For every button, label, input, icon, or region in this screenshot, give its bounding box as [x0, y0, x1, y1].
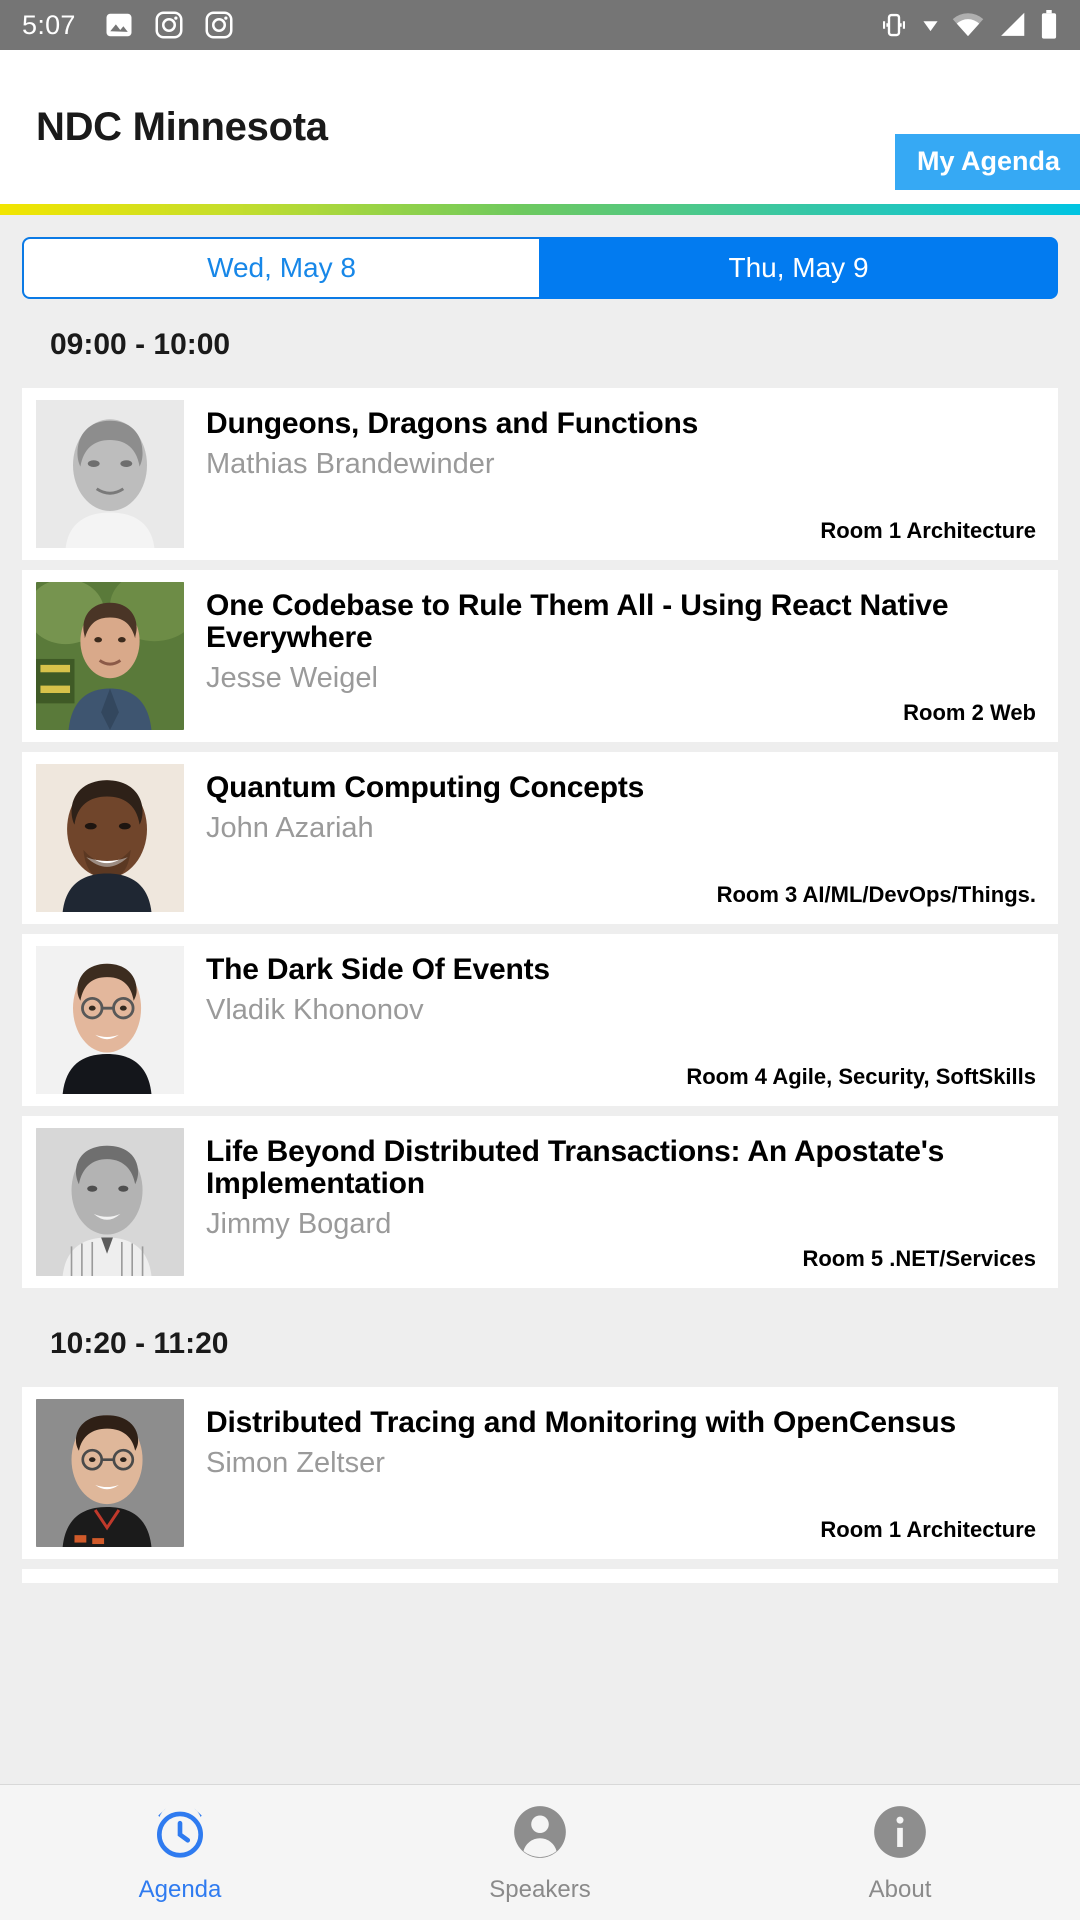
bottom-navigation: Agenda Speakers About: [0, 1784, 1080, 1920]
session-speaker: Simon Zeltser: [206, 1446, 385, 1479]
nav-label-about: About: [868, 1876, 932, 1903]
app-bar: NDC Minnesota My Agenda: [0, 50, 1080, 204]
my-agenda-button[interactable]: My Agenda: [894, 134, 1080, 190]
app-screen: 5:07 NDC Minnesota My Agenda Wed, May 8 …: [0, 0, 1080, 1920]
info-icon: [869, 1801, 931, 1868]
session-details: Distributed Tracing and Monitoring with …: [184, 1399, 1058, 1547]
session-title: The Dark Side Of Events: [206, 953, 550, 986]
session-details: Quantum Computing Concepts John Azariah …: [184, 764, 1058, 912]
day-tabs-container: Wed, May 8 Thu, May 9: [0, 215, 1080, 299]
nav-item-agenda[interactable]: Agenda: [0, 1801, 360, 1904]
session-room: Room 1 Architecture: [820, 518, 1036, 543]
session-speaker: Jimmy Bogard: [206, 1207, 392, 1240]
session-room: Room 5 .NET/Services: [802, 1246, 1036, 1271]
cellular-signal-icon: [997, 11, 1027, 39]
session-card[interactable]: Distributed Tracing and Monitoring with …: [22, 1387, 1058, 1559]
session-speaker: Vladik Khononov: [206, 993, 424, 1026]
session-room: Room 1 Architecture: [820, 1517, 1036, 1542]
session-title: Quantum Computing Concepts: [206, 771, 645, 804]
day-tabs: Wed, May 8 Thu, May 9: [22, 237, 1058, 299]
nav-label-speakers: Speakers: [489, 1876, 591, 1903]
time-slot-header: 09:00 - 10:00: [0, 299, 1080, 388]
nav-label-agenda: Agenda: [138, 1876, 222, 1903]
session-room: Room 4 Agile, Security, SoftSkills: [686, 1064, 1036, 1089]
wifi-icon: [952, 11, 984, 39]
day-tab-thu[interactable]: Thu, May 9: [539, 237, 1058, 299]
speaker-avatar: [36, 582, 184, 730]
day-tab-wed[interactable]: Wed, May 8: [22, 237, 539, 299]
session-details: Life Beyond Distributed Transactions: An…: [184, 1128, 1058, 1276]
status-system-icons: [879, 10, 1058, 40]
session-title: Dungeons, Dragons and Functions: [206, 407, 699, 440]
session-speaker: Mathias Brandewinder: [206, 447, 495, 480]
session-details: Dungeons, Dragons and Functions Mathias …: [184, 400, 1058, 548]
speaker-avatar: [36, 1128, 184, 1276]
session-details: The Dark Side Of Events Vladik Khononov …: [184, 946, 1058, 1094]
session-card[interactable]: Quantum Computing Concepts John Azariah …: [22, 752, 1058, 924]
time-slot-header: 10:20 - 11:20: [0, 1298, 1080, 1387]
nav-item-about[interactable]: About: [720, 1801, 1080, 1904]
session-title: Distributed Tracing and Monitoring with …: [206, 1406, 957, 1439]
agenda-scroll-area[interactable]: 09:00 - 10:00 Dungeons, Dragons and Func…: [0, 299, 1080, 1784]
status-notification-icons: [104, 10, 234, 40]
status-bar: 5:07: [0, 0, 1080, 50]
page-title: NDC Minnesota: [36, 104, 328, 149]
speaker-avatar: [36, 1399, 184, 1547]
session-card[interactable]: The Dark Side Of Events Vladik Khononov …: [22, 934, 1058, 1106]
status-clock: 5:07: [22, 9, 76, 40]
session-card[interactable]: One Codebase to Rule Them All - Using Re…: [22, 570, 1058, 742]
session-card-partial[interactable]: [22, 1569, 1058, 1583]
session-room: Room 2 Web: [903, 700, 1036, 725]
session-room: Room 3 AI/ML/DevOps/Things.: [716, 882, 1036, 907]
session-card[interactable]: Life Beyond Distributed Transactions: An…: [22, 1116, 1058, 1288]
image-icon: [104, 10, 134, 40]
vibrate-icon: [879, 10, 909, 40]
session-title: Life Beyond Distributed Transactions: An…: [206, 1135, 945, 1200]
camera-icon: [154, 10, 184, 40]
battery-icon: [1040, 10, 1058, 40]
download-caret-icon: [922, 17, 939, 34]
session-speaker: John Azariah: [206, 811, 374, 844]
speaker-avatar: [36, 946, 184, 1094]
session-speaker: Jesse Weigel: [206, 661, 378, 694]
session-details: One Codebase to Rule Them All - Using Re…: [184, 582, 1058, 730]
alarm-clock-icon: [149, 1801, 211, 1868]
brand-gradient-divider: [0, 204, 1080, 215]
person-icon: [509, 1801, 571, 1868]
camera-icon: [204, 10, 234, 40]
speaker-avatar: [36, 764, 184, 912]
session-title: One Codebase to Rule Them All - Using Re…: [206, 589, 949, 654]
nav-item-speakers[interactable]: Speakers: [360, 1801, 720, 1904]
session-card[interactable]: Dungeons, Dragons and Functions Mathias …: [22, 388, 1058, 560]
speaker-avatar: [36, 400, 184, 548]
